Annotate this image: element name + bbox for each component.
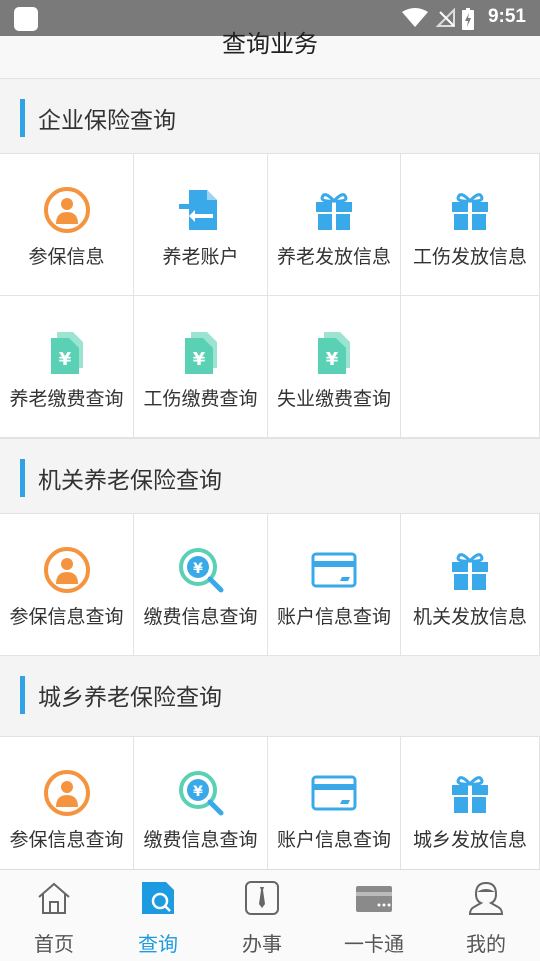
yuan-document-icon: ¥ <box>50 332 83 374</box>
gift-icon <box>316 193 352 230</box>
grid-item-label: 机关发放信息 <box>412 606 527 628</box>
yuan-search-icon: ¥ <box>178 548 223 593</box>
section-accent-bar <box>20 676 25 714</box>
grid-item-label: 工伤发放信息 <box>412 246 527 268</box>
grid-item-pension-payout[interactable]: 养老发放信息 <box>268 154 401 296</box>
section-header-government: 机关养老保险查询 <box>0 438 540 514</box>
grid-item-payment-info-query[interactable]: ¥ 缴费信息查询 <box>134 514 268 656</box>
grid-item-label: 参保信息查询 <box>9 829 124 851</box>
content-scroll[interactable]: 企业保险查询 参保信息 养老账户 养老发放信息 工伤发放信息 ¥ 养老缴费查询 … <box>0 79 540 869</box>
section-grid-urban-rural: 参保信息查询 ¥ 缴费信息查询 账户信息查询 城乡发放信息 <box>0 737 540 869</box>
grid-item-label: 缴费信息查询 <box>143 606 258 628</box>
section-accent-bar <box>20 99 25 137</box>
section-grid-enterprise: 参保信息 养老账户 养老发放信息 工伤发放信息 ¥ 养老缴费查询 ¥ 工伤缴费查… <box>0 154 540 438</box>
grid-item-label: 养老缴费查询 <box>9 388 124 410</box>
grid-item-label: 失业缴费查询 <box>276 388 391 410</box>
grid-item-label: 缴费信息查询 <box>143 829 258 851</box>
card-icon <box>311 552 357 588</box>
user-icon <box>468 881 504 915</box>
grid-item-payment-info-query[interactable]: ¥ 缴费信息查询 <box>134 737 268 869</box>
gift-icon <box>452 776 488 813</box>
svg-text:¥: ¥ <box>193 784 203 800</box>
transfer-document-icon <box>178 190 217 230</box>
svg-text:¥: ¥ <box>193 561 203 577</box>
grid-item-label: 养老账户 <box>162 246 239 268</box>
grid-item-label: 账户信息查询 <box>276 606 391 628</box>
grid-item-insurance-info-query[interactable]: 参保信息查询 <box>0 514 134 656</box>
card-icon <box>311 775 357 811</box>
grid-empty-cell <box>401 296 540 438</box>
tab-profile[interactable]: 我的 <box>432 870 540 961</box>
grid-item-pension-account[interactable]: 养老账户 <box>134 154 268 296</box>
home-icon <box>38 882 70 914</box>
tab-card[interactable]: 一卡通 <box>320 870 428 961</box>
svg-text:¥: ¥ <box>58 349 71 370</box>
person-circle-icon <box>43 187 90 233</box>
section-header-enterprise: 企业保险查询 <box>0 79 540 154</box>
card-icon <box>356 886 392 912</box>
section-header-urban-rural: 城乡养老保险查询 <box>0 656 540 737</box>
tab-query[interactable]: 查询 <box>104 870 212 961</box>
grid-item-injury-payout[interactable]: 工伤发放信息 <box>401 154 540 296</box>
grid-item-pension-payment[interactable]: ¥ 养老缴费查询 <box>0 296 134 438</box>
section-grid-government: 参保信息查询 ¥ 缴费信息查询 账户信息查询 机关发放信息 <box>0 514 540 656</box>
grid-item-urban-rural-payout[interactable]: 城乡发放信息 <box>401 737 540 869</box>
grid-item-insurance-info[interactable]: 参保信息 <box>0 154 134 296</box>
tie-icon <box>245 881 279 915</box>
person-circle-icon <box>43 547 90 593</box>
grid-item-label: 城乡发放信息 <box>412 829 527 851</box>
page-title: 查询业务 <box>222 30 318 58</box>
grid-item-account-info-query[interactable]: 账户信息查询 <box>268 737 401 869</box>
tab-label: 查询 <box>138 932 178 956</box>
grid-item-injury-payment[interactable]: ¥ 工伤缴费查询 <box>134 296 268 438</box>
grid-item-insurance-info-query[interactable]: 参保信息查询 <box>0 737 134 869</box>
grid-item-account-info-query[interactable]: 账户信息查询 <box>268 514 401 656</box>
yuan-search-icon: ¥ <box>178 771 223 816</box>
bottom-tab-bar: 首页 查询 办事 一卡通 我的 <box>0 869 540 961</box>
tab-label: 一卡通 <box>344 932 404 956</box>
svg-text:¥: ¥ <box>326 349 339 370</box>
grid-item-label: 参保信息 <box>28 246 105 268</box>
search-document-icon <box>142 882 174 914</box>
app-header: 查询业务 <box>0 30 540 79</box>
section-title: 机关养老保险查询 <box>38 468 222 494</box>
grid-item-label: 参保信息查询 <box>9 606 124 628</box>
section-title: 企业保险查询 <box>38 108 176 134</box>
tab-services[interactable]: 办事 <box>208 870 316 961</box>
section-title: 城乡养老保险查询 <box>38 685 222 711</box>
grid-item-label: 养老发放信息 <box>276 246 391 268</box>
grid-item-unemployment-payment[interactable]: ¥ 失业缴费查询 <box>268 296 401 438</box>
yuan-document-icon: ¥ <box>184 332 217 374</box>
tab-home[interactable]: 首页 <box>0 870 108 961</box>
gift-icon <box>452 193 488 230</box>
yuan-document-icon: ¥ <box>318 332 350 374</box>
person-circle-icon <box>43 770 90 816</box>
tab-label: 办事 <box>242 932 282 956</box>
grid-item-agency-payout[interactable]: 机关发放信息 <box>401 514 540 656</box>
tab-label: 首页 <box>34 932 74 956</box>
section-accent-bar <box>20 459 25 497</box>
grid-item-label: 工伤缴费查询 <box>143 388 258 410</box>
tab-label: 我的 <box>466 932 506 956</box>
gift-icon <box>452 553 488 590</box>
grid-item-label: 账户信息查询 <box>276 829 391 851</box>
svg-text:¥: ¥ <box>192 349 205 370</box>
